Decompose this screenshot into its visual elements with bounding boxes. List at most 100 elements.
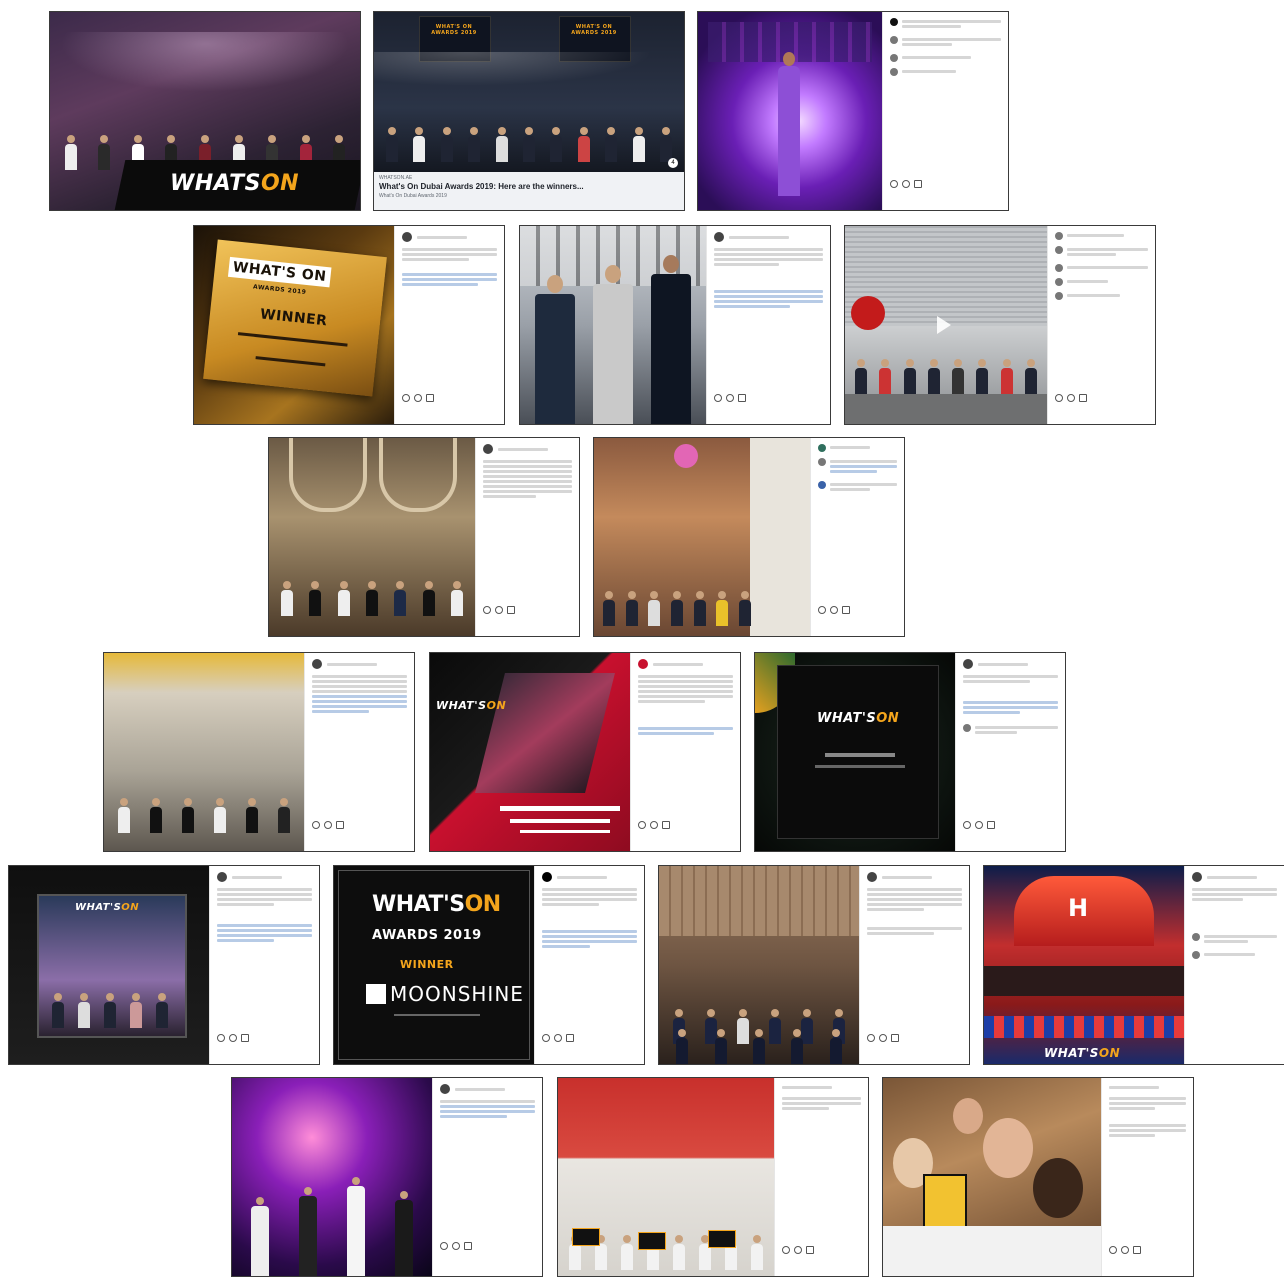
post-card-13[interactable]: WHAT'SON AWARDS 2019 WINNER MOONSHINE [333,865,645,1065]
comment-icon[interactable] [650,821,658,829]
like-icon[interactable] [867,1034,875,1042]
comment-icon[interactable] [414,394,422,402]
like-icon[interactable] [312,821,320,829]
share-icon[interactable] [738,394,746,402]
comment-icon[interactable] [975,821,983,829]
post-card-8[interactable] [593,437,905,637]
comment-icon[interactable] [554,1034,562,1042]
comment-icon[interactable] [229,1034,237,1042]
post-card-11[interactable]: WHAT'SON [754,652,1066,852]
avatar [1055,232,1063,240]
link-preview[interactable]: WHATSON.AE What's On Dubai Awards 2019: … [374,172,684,210]
avatar [1192,872,1202,882]
post-card-6[interactable] [844,225,1156,425]
share-icon[interactable] [806,1246,814,1254]
post-card-14[interactable] [658,865,970,1065]
share-icon[interactable] [507,606,515,614]
photo-team-celebration [594,438,810,636]
post-card-15[interactable]: H WHAT'SON [983,865,1284,1065]
comment-icon[interactable] [902,180,910,188]
share-icon[interactable] [241,1034,249,1042]
comment-icon[interactable] [1121,1246,1129,1254]
avatar [638,659,648,669]
comment-icon[interactable] [726,394,734,402]
photo-selfie-with-award [883,1078,1101,1276]
share-icon[interactable] [1133,1246,1141,1254]
whatson-logo: WHAT'SON [372,892,501,917]
photo-winners-group: WHAT'S ON AWARDS 2019 WHAT'S ON AWARDS 2… [374,12,684,172]
avatar [1192,933,1200,941]
like-icon[interactable] [440,1242,448,1250]
comments-panel [706,226,830,424]
brand-label: MOONSHINE [390,982,524,1006]
post-card-16[interactable] [231,1077,543,1277]
photo-red-awards-poster: WHAT'SON [430,653,630,851]
like-icon[interactable] [890,180,898,188]
comment-icon[interactable] [1067,394,1075,402]
like-icon[interactable] [638,821,646,829]
share-icon[interactable] [662,821,670,829]
comments-panel [209,866,319,1064]
comment-icon[interactable] [324,821,332,829]
share-icon[interactable] [987,821,995,829]
whatson-logo: WHAT'SON [436,699,507,712]
avatar [1055,278,1063,286]
share-icon[interactable] [464,1242,472,1250]
share-icon[interactable] [566,1034,574,1042]
post-card-1[interactable]: WHATSON [49,11,361,211]
like-icon[interactable] [963,821,971,829]
photo-moonshine-winner: WHAT'SON AWARDS 2019 WINNER MOONSHINE [334,866,534,1064]
share-icon[interactable] [426,394,434,402]
avatar [714,232,724,242]
post-card-3[interactable] [697,11,1009,211]
photo-winner-plaque: WHAT'S ON AWARDS 2019 WINNER [194,226,394,424]
post-card-7[interactable] [268,437,580,637]
like-icon[interactable] [818,606,826,614]
comment-icon[interactable] [452,1242,460,1250]
person-purple-jumpsuit [778,52,800,202]
comment-icon[interactable] [495,606,503,614]
photo-dark-leaves-poster: WHAT'SON [755,653,955,851]
comment-icon[interactable] [794,1246,802,1254]
comment-icon[interactable] [879,1034,887,1042]
photo-stage-winners-screen: WHAT'SON [9,866,209,1064]
share-icon[interactable] [336,821,344,829]
post-card-17[interactable] [557,1077,869,1277]
winner-label: WINNER [400,958,454,971]
like-icon[interactable] [782,1246,790,1254]
comments-panel [304,653,414,851]
awards-label: AWARDS 2019 [372,928,482,943]
avatar [890,36,898,44]
like-icon[interactable] [1109,1246,1117,1254]
like-icon[interactable] [402,394,410,402]
share-icon[interactable] [842,606,850,614]
comment-icon[interactable] [830,606,838,614]
like-icon[interactable] [542,1034,550,1042]
post-card-18[interactable] [882,1077,1194,1277]
like-icon[interactable] [714,394,722,402]
link-sub: What's On Dubai Awards 2019 [379,193,447,199]
like-icon[interactable] [1055,394,1063,402]
like-icon[interactable] [217,1034,225,1042]
photo-tent-group [104,653,304,851]
comments-panel [774,1078,868,1276]
play-icon[interactable] [937,316,951,334]
avatar [890,68,898,76]
share-icon[interactable] [891,1034,899,1042]
avatar [1192,951,1200,959]
comments-panel [394,226,504,424]
post-card-12[interactable]: WHAT'SON [8,865,320,1065]
share-icon[interactable] [914,180,922,188]
photo-chefs-holding-awards [558,1078,774,1276]
like-icon[interactable] [483,606,491,614]
photo-red-carpet [698,12,882,210]
post-card-5[interactable] [519,225,831,425]
post-card-2[interactable]: WHAT'S ON AWARDS 2019 WHAT'S ON AWARDS 2… [373,11,685,211]
share-icon[interactable] [1079,394,1087,402]
avatar [890,54,898,62]
avatar [818,458,826,466]
post-card-10[interactable]: WHAT'SON [429,652,741,852]
post-card-9[interactable] [103,652,415,852]
post-card-4[interactable]: WHAT'S ON AWARDS 2019 WINNER [193,225,505,425]
avatar [890,18,898,26]
